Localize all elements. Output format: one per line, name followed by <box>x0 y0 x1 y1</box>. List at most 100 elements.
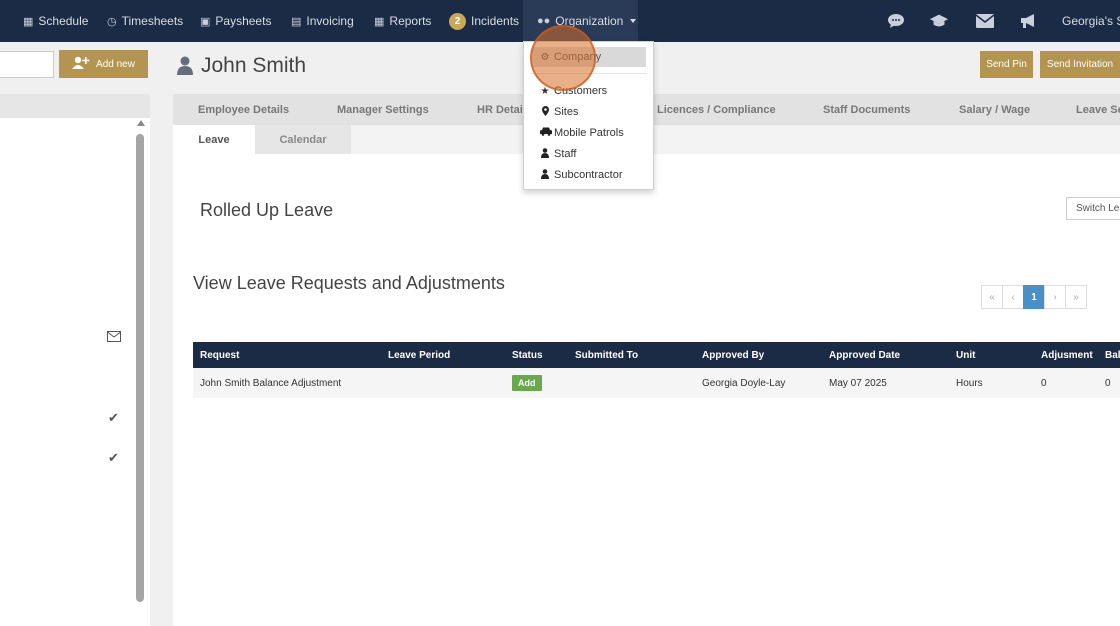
menu-item-sites[interactable]: Sites <box>524 102 653 122</box>
menu-item-staff[interactable]: Staff <box>524 144 653 164</box>
staff-list-scrollbar[interactable] <box>134 120 148 610</box>
menu-item-mobile-patrols[interactable]: Mobile Patrols <box>524 123 653 143</box>
user-account-menu[interactable]: Georgia's Se <box>1062 0 1120 42</box>
nav-schedule[interactable]: ▦ Schedule <box>23 0 88 42</box>
check-icon: ✔ <box>108 450 119 465</box>
nav-paysheets[interactable]: ▣ Paysheets <box>200 0 271 42</box>
user-icon <box>176 56 194 76</box>
pager-prev[interactable]: ‹ <box>1002 285 1024 309</box>
menu-item-company[interactable]: ⚙ Company <box>532 47 646 67</box>
nav-reports[interactable]: ▦ Reports <box>374 0 431 42</box>
megaphone-icon[interactable] <box>1018 11 1038 31</box>
car-icon <box>540 127 552 139</box>
nav-timesheets-label: Timesheets <box>121 14 184 28</box>
nav-organization[interactable]: ●● Organization <box>523 0 638 42</box>
map-marker-icon <box>540 105 550 119</box>
organization-dropdown-menu: ⚙ Company ★ Customers Sites Mobile Patro… <box>523 41 654 190</box>
nav-schedule-label: Schedule <box>38 14 89 28</box>
pager-next[interactable]: › <box>1044 285 1066 309</box>
col-balance[interactable]: Bal <box>1105 342 1120 368</box>
tab-manager-settings[interactable]: Manager Settings <box>337 94 429 125</box>
cell-status: Add <box>512 368 542 398</box>
col-leave-period[interactable]: Leave Period <box>388 342 450 368</box>
nav-invoicing-label: Invoicing <box>306 14 354 28</box>
send-invitation-button[interactable]: Send Invitation <box>1040 51 1120 78</box>
money-icon: ▣ <box>200 15 211 28</box>
leave-panel: Leave Calendar Rolled Up Leave Switch Le… <box>173 125 1120 626</box>
status-badge: Add <box>512 375 542 391</box>
menu-item-subcontractor[interactable]: Subcontractor <box>524 165 653 185</box>
menu-divider <box>530 73 647 74</box>
user-icon <box>540 168 550 182</box>
incidents-count-badge: 2 <box>449 12 466 30</box>
tab-leave-settings[interactable]: Leave Se <box>1076 94 1120 125</box>
caret-down-icon <box>630 19 637 23</box>
menu-item-company-label: Company <box>554 51 602 63</box>
invoice-icon: ▤ <box>291 15 302 28</box>
menu-item-subcontractor-label: Subcontractor <box>554 169 623 181</box>
table-icon: ▦ <box>374 15 385 28</box>
add-new-button[interactable]: Add new <box>59 50 148 78</box>
star-icon: ★ <box>540 85 550 97</box>
cell-approved-by: Georgia Doyle-Lay <box>702 377 786 389</box>
col-status[interactable]: Status <box>512 342 543 368</box>
menu-item-staff-label: Staff <box>554 148 577 160</box>
cell-balance: 0 <box>1105 377 1111 389</box>
calendar-icon: ▦ <box>23 15 34 28</box>
tab-staff-documents[interactable]: Staff Documents <box>823 94 910 125</box>
nav-timesheets[interactable]: ◷ Timesheets <box>107 0 183 42</box>
cell-unit: Hours <box>956 377 983 389</box>
col-unit[interactable]: Unit <box>956 342 975 368</box>
add-user-icon <box>72 56 90 72</box>
col-request[interactable]: Request <box>200 342 239 368</box>
leave-requests-table: Request Leave Period Status Submitted To… <box>193 342 1120 398</box>
nav-paysheets-label: Paysheets <box>215 14 272 28</box>
page-title: John Smith <box>201 54 307 77</box>
col-approved-date[interactable]: Approved Date <box>829 342 900 368</box>
tab-salary-wage[interactable]: Salary / Wage <box>959 94 1030 125</box>
staff-list-header <box>0 94 150 118</box>
pager-last[interactable]: » <box>1065 285 1087 309</box>
pager-page-1[interactable]: 1 <box>1023 285 1045 309</box>
menu-item-customers[interactable]: ★ Customers <box>524 81 653 101</box>
staff-search-input[interactable] <box>0 51 54 78</box>
col-approved-by[interactable]: Approved By <box>702 342 764 368</box>
cell-request: John Smith Balance Adjustment <box>200 377 342 389</box>
tab-hr-detail[interactable]: HR Detail <box>477 94 526 125</box>
chat-icon[interactable] <box>886 11 906 31</box>
subtab-leave[interactable]: Leave <box>173 125 255 154</box>
gear-icon: ⚙ <box>540 51 550 63</box>
top-navbar: ▦ Schedule ◷ Timesheets ▣ Paysheets ▤ In… <box>0 0 1120 42</box>
users-icon: ●● <box>537 15 551 27</box>
subtab-calendar[interactable]: Calendar <box>255 125 351 154</box>
envelope-icon[interactable] <box>975 11 995 31</box>
menu-item-mobile-patrols-label: Mobile Patrols <box>554 127 624 139</box>
staff-list-panel: Add new ✔ ✔ <box>0 42 150 626</box>
pager-first[interactable]: « <box>981 285 1003 309</box>
nav-incidents[interactable]: 2 Incidents <box>449 0 519 42</box>
send-pin-button[interactable]: Send Pin <box>980 51 1033 78</box>
check-icon: ✔ <box>108 410 119 425</box>
table-header: Request Leave Period Status Submitted To… <box>193 342 1120 368</box>
add-new-label: Add new <box>96 58 135 70</box>
table-row[interactable]: John Smith Balance Adjustment Add Georgi… <box>193 368 1120 398</box>
rolled-up-leave-heading: Rolled Up Leave <box>200 200 334 220</box>
nav-invoicing[interactable]: ▤ Invoicing <box>291 0 354 42</box>
nav-reports-label: Reports <box>389 14 432 28</box>
cell-approved-date: May 07 2025 <box>829 377 887 389</box>
pagination: « ‹ 1 › » <box>981 285 1087 309</box>
nav-incidents-label: Incidents <box>471 14 520 28</box>
nav-organization-label: Organization <box>555 14 624 28</box>
clock-icon: ◷ <box>107 15 117 28</box>
scroll-up-arrow-icon[interactable] <box>137 120 145 126</box>
menu-item-customers-label: Customers <box>554 85 608 97</box>
menu-item-sites-label: Sites <box>554 106 579 118</box>
tab-licences-compliance[interactable]: Licences / Compliance <box>657 94 776 125</box>
col-adjustment[interactable]: Adjusment <box>1041 342 1093 368</box>
scrollbar-thumb[interactable] <box>136 134 144 602</box>
col-submitted-to[interactable]: Submitted To <box>575 342 638 368</box>
switch-leave-button[interactable]: Switch Lea <box>1066 197 1120 220</box>
user-account-label: Georgia's Se <box>1062 14 1120 28</box>
graduation-cap-icon[interactable] <box>929 11 949 31</box>
tab-employee-details[interactable]: Employee Details <box>198 94 289 125</box>
